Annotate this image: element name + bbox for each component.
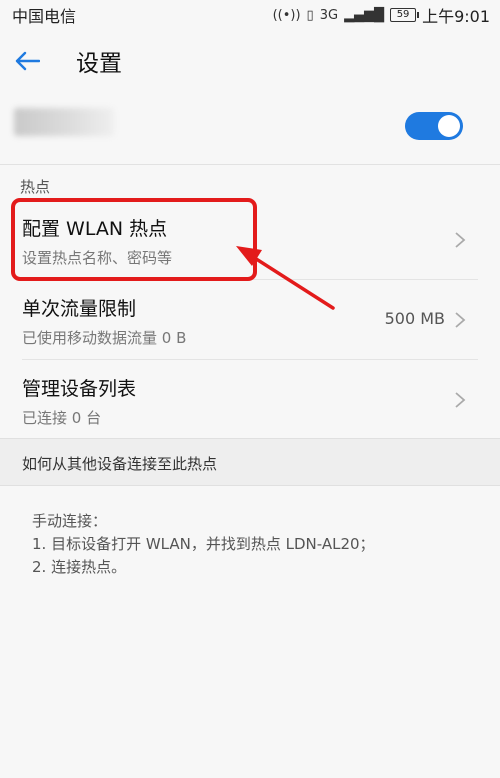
divider <box>0 164 500 165</box>
clock-label: 上午9:01 <box>422 7 490 26</box>
item-title: 单次流量限制 <box>22 298 137 320</box>
chevron-right-icon <box>455 312 466 328</box>
page-title: 设置 <box>76 51 122 77</box>
data-limit-value: 500 MB <box>384 309 445 328</box>
instruction-line: 2. 连接热点。 <box>32 558 127 576</box>
network-type-label: 3G <box>319 7 339 23</box>
instruction-line: 1. 目标设备打开 WLAN，并找到热点 LDN-AL20； <box>32 535 375 553</box>
item-title: 管理设备列表 <box>22 378 137 400</box>
carrier-label: 中国电信 <box>12 7 77 26</box>
chevron-right-icon <box>455 392 466 408</box>
annotation-highlight-box <box>11 198 257 281</box>
toggle-knob <box>438 115 460 137</box>
screen: 中国电信 ((•)) ▯ 3G ▂▄▆█ 59 上午9:01 设置 热点 配置 … <box>0 0 500 778</box>
signal-icon: ▂▄▆█ <box>344 7 385 23</box>
vibrate-icon: ▯ <box>306 7 314 23</box>
section-header-hotspot: 热点 <box>20 178 51 196</box>
connect-instructions: 手动连接： 1. 目标设备打开 WLAN，并找到热点 LDN-AL20； 2. … <box>32 510 375 579</box>
status-icons: ((•)) ▯ 3G ▂▄▆█ 59 上午9:01 <box>273 3 490 27</box>
instruction-line: 手动连接： <box>32 512 108 530</box>
title-bar: 设置 <box>0 30 500 92</box>
back-arrow-icon[interactable] <box>14 43 50 79</box>
hotspot-name-label-blurred <box>14 108 114 136</box>
battery-icon: 59 <box>390 8 420 22</box>
hotspot-toggle[interactable] <box>405 112 463 140</box>
hotspot-toggle-row <box>0 92 500 164</box>
hotspot-status-icon: ((•)) <box>272 7 301 23</box>
status-bar: 中国电信 ((•)) ▯ 3G ▂▄▆█ 59 上午9:01 <box>0 0 500 30</box>
item-subtitle: 已使用移动数据流量 0 B <box>22 329 187 347</box>
list-item-data-limit[interactable]: 单次流量限制 已使用移动数据流量 0 B 500 MB <box>0 280 500 360</box>
list-item-manage-devices[interactable]: 管理设备列表 已连接 0 台 <box>0 360 500 440</box>
connect-section-header-band: 如何从其他设备连接至此热点 <box>0 438 500 486</box>
item-subtitle: 已连接 0 台 <box>22 409 102 427</box>
chevron-right-icon <box>455 232 466 248</box>
battery-level: 59 <box>396 9 410 20</box>
connect-section-header: 如何从其他设备连接至此热点 <box>22 455 218 473</box>
